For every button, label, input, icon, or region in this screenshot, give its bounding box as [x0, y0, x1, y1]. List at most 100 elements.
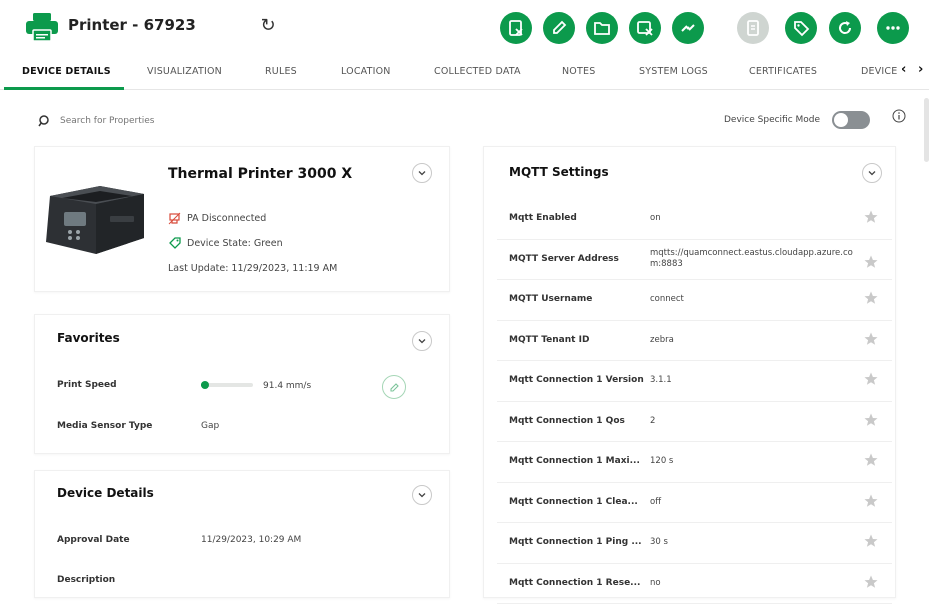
- mqtt-field-value: 30 s: [650, 537, 860, 548]
- last-update-text: Last Update: 11/29/2023, 11:19 AM: [168, 263, 337, 274]
- mqtt-field-value: no: [650, 578, 860, 589]
- mqtt-field-label: Mqtt Connection 1 Rese...: [509, 578, 640, 588]
- tag-button[interactable]: [785, 12, 817, 44]
- printer-disconnected-icon: [168, 212, 181, 225]
- print-speed-label: Print Speed: [57, 380, 117, 390]
- mqtt-field-value: 2: [650, 416, 860, 427]
- delete-device-icon: [636, 19, 654, 37]
- tab-system-logs[interactable]: SYSTEM LOGS: [639, 66, 708, 77]
- search-icon: [38, 114, 52, 128]
- favorites-title: Favorites: [57, 331, 120, 345]
- favorite-star-icon[interactable]: [863, 254, 879, 270]
- pencil-icon: [389, 382, 400, 393]
- folder-button[interactable]: [586, 12, 618, 44]
- device-specific-mode-toggle[interactable]: [832, 111, 870, 129]
- tab-collected-data[interactable]: COLLECTED DATA: [434, 66, 521, 77]
- device-details-title: Device Details: [57, 486, 154, 500]
- table-row: Mqtt Connection 1 Ping ... 30 s: [497, 523, 892, 564]
- favorite-star-icon[interactable]: [863, 331, 879, 347]
- favorite-star-icon[interactable]: [863, 209, 879, 225]
- chevron-down-icon: [417, 490, 427, 500]
- mqtt-field-label: Mqtt Connection 1 Clea...: [509, 497, 638, 507]
- active-tab-indicator: [4, 87, 124, 90]
- device-card-collapse-button[interactable]: [412, 163, 432, 183]
- more-icon: [884, 19, 902, 37]
- table-row: MQTT Usernameconnect: [497, 280, 892, 321]
- print-speed-edit-button[interactable]: [382, 375, 406, 399]
- mqtt-field-label: Mqtt Connection 1 Version: [509, 375, 644, 385]
- print-speed-value: 91.4 mm/s: [263, 381, 311, 391]
- favorite-star-icon[interactable]: [863, 452, 879, 468]
- mqtt-field-value: mqtts://quamconnect.eastus.cloudapp.azur…: [650, 248, 860, 270]
- favorite-star-icon[interactable]: [863, 412, 879, 428]
- table-row: MQTT Server Address mqtts://quamconnect.e…: [497, 240, 892, 281]
- clear-alerts-icon: [507, 19, 525, 37]
- edit-button[interactable]: [543, 12, 575, 44]
- favorite-star-icon[interactable]: [863, 533, 879, 549]
- refresh-icon: [836, 19, 854, 37]
- mqtt-field-value: off: [650, 497, 860, 508]
- mqtt-field-label: Mqtt Connection 1 Maxi...: [509, 456, 640, 466]
- page-header: Printer - 67923 ↻: [0, 0, 929, 56]
- mqtt-field-label: Mqtt Connection 1 Ping ...: [509, 537, 642, 547]
- media-sensor-value: Gap: [201, 421, 219, 431]
- mqtt-field-label: MQTT Tenant ID: [509, 335, 589, 345]
- document-button[interactable]: [737, 12, 769, 44]
- approval-date-label: Approval Date: [57, 535, 130, 545]
- mqtt-field-label: MQTT Server Address: [509, 254, 619, 264]
- mqtt-field-label: Mqtt Connection 1 Qos: [509, 416, 625, 426]
- reload-button[interactable]: [829, 12, 861, 44]
- tag-status-icon: [168, 237, 181, 250]
- pa-status: PA Disconnected: [168, 212, 266, 225]
- favorite-star-icon[interactable]: [863, 290, 879, 306]
- tab-device-details[interactable]: DEVICE DETAILS: [22, 66, 111, 77]
- table-row: Mqtt Connection 1 Maxi... 120 s: [497, 442, 892, 483]
- table-row: Mqtt Connection 1 Clea... off: [497, 483, 892, 524]
- mqtt-field-value: on: [650, 213, 860, 224]
- device-details-collapse-button[interactable]: [412, 485, 432, 505]
- print-speed-marker: [201, 381, 209, 389]
- tab-rules[interactable]: RULES: [265, 66, 297, 77]
- last-update: Last Update: 11/29/2023, 11:19 AM: [168, 263, 337, 274]
- page-title: Printer - 67923: [68, 16, 196, 34]
- mqtt-field-label: Mqtt Enabled: [509, 213, 577, 223]
- favorite-star-icon[interactable]: [863, 493, 879, 509]
- device-specific-mode-label: Device Specific Mode: [724, 115, 820, 125]
- chevron-down-icon: [417, 336, 427, 346]
- device-state-text: Device State: Green: [187, 238, 283, 249]
- link-button[interactable]: [672, 12, 704, 44]
- tab-device[interactable]: DEVICE: [861, 66, 897, 77]
- favorite-star-icon[interactable]: [863, 371, 879, 387]
- mqtt-collapse-button[interactable]: [862, 163, 882, 183]
- tab-scroll-left-icon[interactable]: ‹: [901, 62, 906, 77]
- favorites-collapse-button[interactable]: [412, 331, 432, 351]
- chevron-down-icon: [867, 168, 877, 178]
- table-row: Mqtt Enabled on: [497, 199, 892, 240]
- favorite-star-icon[interactable]: [863, 574, 879, 590]
- tab-visualization[interactable]: VISUALIZATION: [147, 66, 222, 77]
- tab-location[interactable]: LOCATION: [341, 66, 391, 77]
- refresh-icon[interactable]: ↻: [257, 15, 279, 37]
- delete-device-button[interactable]: [629, 12, 661, 44]
- folder-icon: [593, 19, 611, 37]
- toggle-knob: [834, 113, 848, 127]
- search-input[interactable]: [58, 112, 278, 130]
- table-row: Mqtt Connection 1 Qos 2: [497, 402, 892, 443]
- pencil-icon: [550, 19, 568, 37]
- tab-scroll-right-icon[interactable]: ›: [918, 62, 923, 77]
- tab-notes[interactable]: NOTES: [562, 66, 595, 77]
- mqtt-field-value: 120 s: [650, 456, 860, 467]
- device-state: Device State: Green: [168, 237, 283, 250]
- link-icon: [679, 19, 697, 37]
- clear-alerts-button[interactable]: [500, 12, 532, 44]
- more-button[interactable]: [877, 12, 909, 44]
- table-row: Mqtt Connection 1 Version 3.1.1: [497, 361, 892, 402]
- mqtt-field-value: 3.1.1: [650, 375, 860, 386]
- tab-certificates[interactable]: CERTIFICATES: [749, 66, 817, 77]
- printer-icon: [24, 12, 60, 42]
- description-label: Description: [57, 575, 115, 585]
- info-icon[interactable]: [891, 108, 907, 124]
- table-row: MQTT Tenant IDzebra: [497, 321, 892, 362]
- printer-image: [40, 182, 152, 260]
- scrollbar[interactable]: [924, 98, 929, 162]
